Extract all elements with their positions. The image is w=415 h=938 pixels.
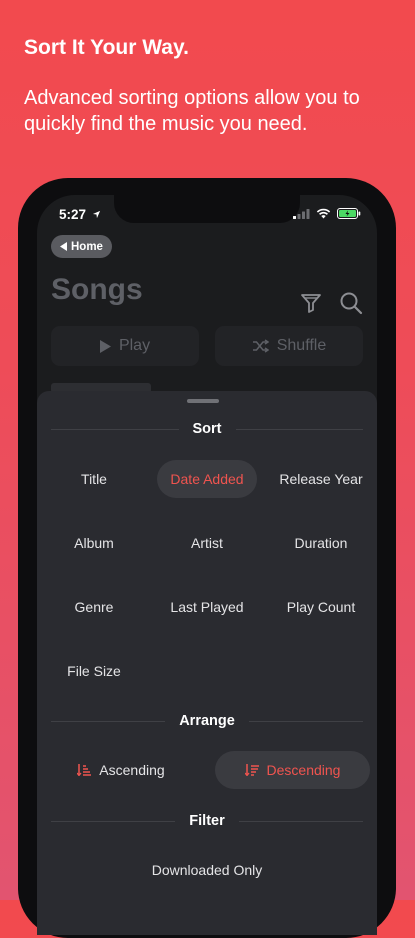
filter-section-header: Filter <box>51 811 364 831</box>
divider <box>51 428 179 430</box>
search-icon[interactable] <box>339 291 363 315</box>
filter-section-label: Filter <box>189 813 225 829</box>
divider <box>51 820 176 822</box>
phone-frame: 5:27 Home Songs Play Shuffle Sort Title … <box>18 178 396 938</box>
sort-section-header: Sort <box>51 419 363 439</box>
shuffle-icon <box>252 339 269 353</box>
arrange-ascending[interactable]: Ascending <box>51 751 191 789</box>
sort-sheet: Sort Title Date Added Release Year Album… <box>37 391 377 935</box>
sort-section-label: Sort <box>192 421 222 437</box>
location-arrow-icon <box>92 210 100 219</box>
shuffle-button[interactable]: Shuffle <box>215 326 363 366</box>
cellular-signal-icon <box>293 209 310 219</box>
arrange-ascending-label: Ascending <box>99 762 165 778</box>
back-button[interactable]: Home <box>51 235 112 258</box>
sort-option-release-year[interactable]: Release Year <box>265 460 377 498</box>
sort-option-play-count[interactable]: Play Count <box>265 588 377 626</box>
arrange-descending-label: Descending <box>266 762 341 778</box>
status-time-text: 5:27 <box>59 207 87 222</box>
play-button[interactable]: Play <box>51 326 199 366</box>
arrange-section-label: Arrange <box>179 713 235 729</box>
play-button-label: Play <box>118 337 151 354</box>
battery-icon <box>337 208 361 219</box>
sort-option-title[interactable]: Title <box>39 460 149 498</box>
back-button-label: Home <box>71 240 103 253</box>
promo-headline: Sort It Your Way. <box>24 36 189 59</box>
sort-option-genre[interactable]: Genre <box>39 588 149 626</box>
status-icons <box>293 208 361 219</box>
sort-option-duration[interactable]: Duration <box>265 524 377 562</box>
divider <box>248 720 364 722</box>
sort-option-file-size[interactable]: File Size <box>39 652 149 690</box>
arrange-section-header: Arrange <box>51 711 364 731</box>
sheet-grabber[interactable] <box>187 399 219 403</box>
divider <box>238 820 364 822</box>
phone-notch <box>114 195 300 223</box>
promo-subhead: Advanced sorting options allow you to qu… <box>24 87 360 135</box>
sort-option-date-added[interactable]: Date Added <box>157 460 257 498</box>
arrange-descending[interactable]: Descending <box>215 751 370 789</box>
wifi-icon <box>316 208 331 219</box>
sort-option-album[interactable]: Album <box>39 524 149 562</box>
ascending-icon <box>77 764 92 776</box>
divider <box>51 720 166 722</box>
divider <box>235 428 363 430</box>
page-title: Songs <box>51 273 143 306</box>
descending-icon <box>244 764 259 776</box>
play-icon <box>99 339 111 353</box>
filter-icon[interactable] <box>300 292 322 314</box>
back-triangle-icon <box>60 242 67 251</box>
shuffle-button-label: Shuffle <box>276 337 327 354</box>
filter-downloaded-only[interactable]: Downloaded Only <box>132 851 282 889</box>
app-screen: 5:27 Home Songs Play Shuffle Sort Title … <box>37 195 377 935</box>
sort-option-last-played[interactable]: Last Played <box>152 588 262 626</box>
sort-option-artist[interactable]: Artist <box>152 524 262 562</box>
status-time: 5:27 <box>59 207 101 222</box>
